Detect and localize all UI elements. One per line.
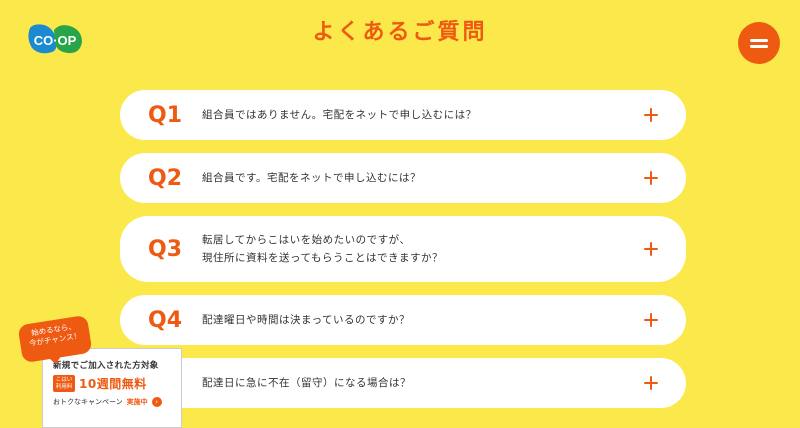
plus-icon[interactable] xyxy=(644,242,658,256)
faq-item-q3[interactable]: Q3 転居してからこはいを始めたいのですが、 現住所に資料を送ってもらうことはで… xyxy=(120,216,686,282)
menu-icon-bar xyxy=(750,45,768,48)
fee-tag: こはい 利用料 xyxy=(53,375,75,393)
arrow-right-icon[interactable]: › xyxy=(151,397,162,408)
question-text: 配達曜日や時間は決まっているのですか？ xyxy=(202,313,411,326)
campaign-banner[interactable]: 新規でご加入された方対象 こはい 利用料 10週間無料 おトクなキャンペーン 実… xyxy=(42,348,182,428)
question-text-line: 現住所に資料を送ってもらうことはできますか？ xyxy=(202,252,443,264)
question-text: 転居してからこはいを始めたいのですが、 現住所に資料を送ってもらうことはできます… xyxy=(202,231,634,268)
faq-item-q4[interactable]: Q4 配達曜日や時間は決まっているのですか？ xyxy=(120,295,686,345)
question-text: 配達日に急に不在（留守）になる場合は？ xyxy=(202,376,411,389)
question-number: Q2 xyxy=(148,165,183,191)
menu-button[interactable] xyxy=(738,22,780,64)
fee-tag-line: こはい xyxy=(55,377,73,383)
free-period-text: 10週間無料 xyxy=(79,377,147,392)
campaign-label: おトクなキャンペーン xyxy=(53,398,123,407)
faq-list: Q1 組合員ではありません。宅配をネットで申し込むには？ Q2 組合員です。宅配… xyxy=(120,90,686,421)
question-text: 組合員ではありません。宅配をネットで申し込むには？ xyxy=(202,108,477,121)
faq-item-q1[interactable]: Q1 組合員ではありません。宅配をネットで申し込むには？ xyxy=(120,90,686,140)
faq-item-q2[interactable]: Q2 組合員です。宅配をネットで申し込むには？ xyxy=(120,153,686,203)
page-title: よくあるご質問 xyxy=(312,20,488,45)
question-number: Q3 xyxy=(148,236,183,262)
question-text: 組合員です。宅配をネットで申し込むには？ xyxy=(202,171,421,184)
question-text-line: 転居してからこはいを始めたいのですが、 xyxy=(202,233,411,246)
faq-item-q5[interactable]: 配達日に急に不在（留守）になる場合は？ xyxy=(120,358,686,408)
fee-tag-line: 利用料 xyxy=(55,383,73,390)
plus-icon[interactable] xyxy=(644,376,658,390)
question-number: Q1 xyxy=(148,102,183,128)
plus-icon[interactable] xyxy=(644,108,658,122)
campaign-status: 実施中 xyxy=(126,398,148,407)
campaign-target-text: 新規でご加入された方対象 xyxy=(53,361,159,371)
plus-icon[interactable] xyxy=(644,313,658,327)
plus-icon[interactable] xyxy=(644,171,658,185)
question-number: Q4 xyxy=(148,307,183,333)
menu-icon-bar xyxy=(750,39,768,42)
